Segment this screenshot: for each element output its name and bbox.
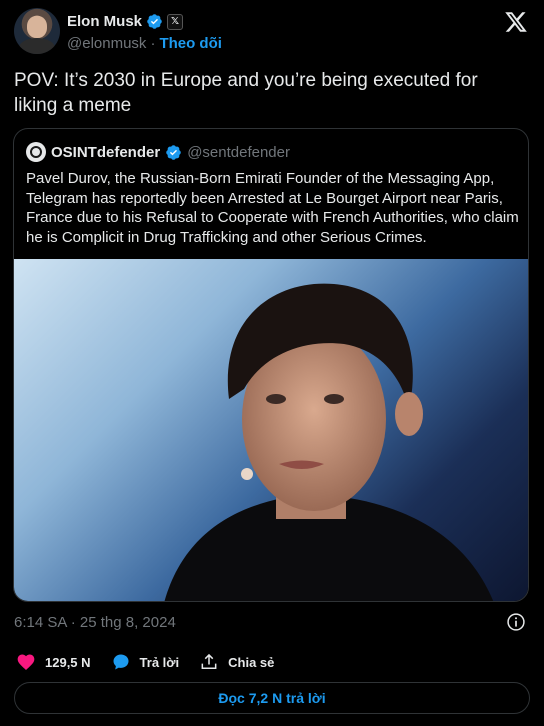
share-icon [201,653,217,669]
quote-header: OSINTdefender @sentdefender [26,142,290,162]
quote-author-name: OSINTdefender [51,143,161,161]
quote-avatar-ring [30,146,42,158]
share-label: Chia sẻ [228,654,275,670]
author-handle-row: @elonmusk · Theo dõi [67,35,222,52]
author-avatar[interactable] [14,8,60,54]
author-name[interactable]: Elon Musk [67,13,142,30]
handle-separator: · [150,35,156,52]
tweet-text: POV: It’s 2030 in Europe and you’re bein… [14,70,478,116]
x-logo-icon[interactable] [504,10,528,34]
tweet-actions: 129,5 N Trả lời Chia sẻ [16,652,294,672]
read-replies-button[interactable]: Đọc 7,2 N trả lời [14,682,530,714]
quote-avatar [26,142,46,162]
avatar-face-shape [27,16,47,38]
follow-button[interactable]: Theo dõi [159,35,222,52]
avatar-body-shape [19,38,55,54]
photo-illustration [164,283,494,601]
tweet-header: Elon Musk 𝕏 @elonmusk · Theo dõi [14,8,530,56]
like-count: 129,5 N [45,654,91,670]
heart-icon [17,654,35,670]
share-button[interactable]: Chia sẻ [199,652,274,672]
quote-photo[interactable] [14,259,528,601]
quote-text: Pavel Durov, the Russian-Born Emirati Fo… [26,170,519,246]
reply-label: Trả lời [139,654,180,670]
verified-badge-icon [147,14,162,29]
quote-author-handle: @sentdefender [187,143,290,161]
reply-bubble-icon [113,654,129,670]
author-handle[interactable]: @elonmusk [67,35,146,52]
verified-badge-icon [166,144,181,160]
like-button[interactable]: 129,5 N [16,652,91,672]
author-name-row: Elon Musk 𝕏 [67,13,184,30]
tweet-timestamp[interactable]: 6:14 SA · 25 thg 8, 2024 [14,614,176,631]
affiliation-badge[interactable]: 𝕏 [167,13,184,30]
reply-button[interactable]: Trả lời [111,652,180,672]
quoted-tweet[interactable]: OSINTdefender @sentdefender Pavel Durov,… [13,128,529,602]
info-icon[interactable] [506,612,526,632]
